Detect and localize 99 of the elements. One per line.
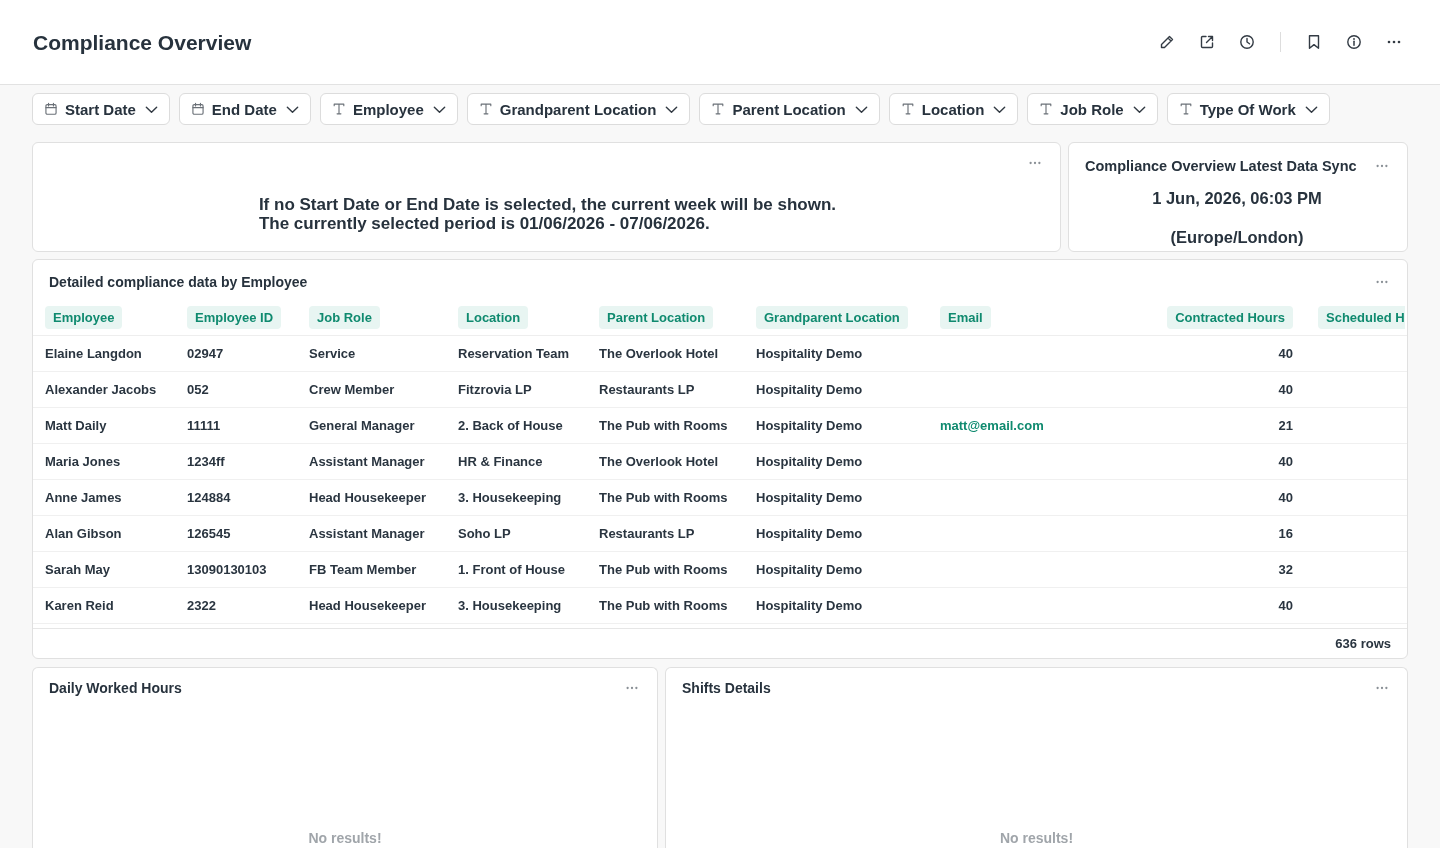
table-cell-text: Maria Jones — [45, 454, 122, 469]
table-cell-text: Restaurants LP — [599, 382, 696, 397]
text-type-icon — [331, 102, 346, 116]
table-cell-text: Elaine Langdon — [45, 346, 143, 361]
table-cell-text: 40 — [1277, 490, 1294, 505]
table-cell-text: 1. Front of House — [458, 562, 566, 577]
empty-state-text: No results! — [308, 830, 382, 846]
table-cell-text: Hospitality Demo — [756, 346, 864, 361]
clock-icon[interactable] — [1239, 34, 1255, 50]
table-cell-text: HR & Finance — [458, 454, 544, 469]
table-cell-text: 40 — [1277, 346, 1294, 361]
filter-dropdown[interactable]: Start Date — [32, 93, 170, 125]
table-cell-text: The Pub with Rooms — [599, 418, 729, 433]
table-cell-text: 32 — [1277, 562, 1294, 577]
card-title: Compliance Overview Latest Data Sync — [1085, 157, 1357, 176]
card-title: Daily Worked Hours — [49, 679, 182, 698]
column-header[interactable]: Email — [940, 306, 991, 329]
column-header[interactable]: Contracted Hours — [1167, 306, 1293, 329]
filter-dropdown[interactable]: Employee — [319, 93, 458, 125]
table-cell-text: Restaurants LP — [599, 526, 696, 541]
table-cell-text: 052 — [187, 382, 210, 397]
table-cell-text: Head Housekeeper — [309, 598, 428, 613]
table-cell-text: Hospitality Demo — [756, 598, 864, 613]
table-cell-text: The Overlook Hotel — [599, 454, 720, 469]
card-title: Shifts Details — [682, 679, 771, 698]
table-cell-text: Hospitality Demo — [756, 382, 864, 397]
table-cell-text: The Pub with Rooms — [599, 490, 729, 505]
filter-dropdown[interactable]: Parent Location — [699, 93, 880, 125]
table-cell-text: Alexander Jacobs — [45, 382, 158, 397]
table-cell-text: Alan Gibson — [45, 526, 123, 541]
table-cell-text: Sarah May — [45, 562, 112, 577]
table-cell-text: 40 — [1277, 598, 1294, 613]
table-cell-text: 11111 — [187, 418, 222, 433]
calendar-icon — [190, 102, 205, 116]
table-cell-text: 40 — [1277, 382, 1294, 397]
column-header[interactable]: Scheduled H — [1318, 306, 1405, 329]
info-icon[interactable] — [1346, 34, 1362, 50]
table-cell-text: 3. Housekeeping — [458, 490, 563, 505]
column-header[interactable]: Employee — [45, 306, 123, 329]
calendar-icon — [44, 102, 58, 116]
table-cell-text: 13090130103 — [187, 562, 268, 577]
table-cell-text: Head Housekeeper — [309, 490, 428, 505]
table-cell-text: Anne James — [45, 490, 123, 505]
text-type-icon — [1039, 102, 1054, 116]
text-type-icon — [478, 102, 493, 116]
notice-text: If no Start Date or End Date is selected, the current week will be shown. — [258, 195, 837, 214]
table-cell-text: Service — [309, 346, 357, 361]
column-header[interactable]: Location — [458, 306, 529, 329]
external-link-icon[interactable] — [1199, 34, 1215, 50]
filter-dropdown[interactable]: Job Role — [1027, 93, 1158, 125]
column-header[interactable]: Grandparent Location — [756, 306, 908, 329]
table-cell-text: 21 — [1277, 418, 1294, 433]
pencil-icon[interactable] — [1159, 34, 1175, 50]
table-cell-text: The Overlook Hotel — [599, 346, 720, 361]
filter-dropdown[interactable]: Grandparent Location — [466, 93, 691, 125]
table-cell-text: 2. Back of House — [458, 418, 564, 433]
table-cell-text: 126545 — [187, 526, 232, 541]
row-count: 636 rows — [1335, 636, 1391, 651]
filter-dropdown[interactable]: End Date — [178, 93, 311, 125]
page-title: Compliance Overview — [33, 31, 252, 55]
table-cell-text: 40 — [1277, 454, 1294, 469]
table-cell-text: Soho LP — [458, 526, 512, 541]
table-cell-text: Crew Member — [309, 382, 396, 397]
table-cell-text: 3. Housekeeping — [458, 598, 563, 613]
sync-timezone: (Europe/London) — [1170, 227, 1304, 247]
email-link[interactable]: matt@email.com — [940, 418, 1044, 433]
table-cell-text: 16 — [1277, 526, 1294, 541]
table-cell-text: 124884 — [187, 490, 232, 505]
filter-dropdown[interactable]: Type Of Work — [1166, 93, 1330, 125]
table-cell-text: Assistant Manager — [309, 454, 426, 469]
notice-text: The currently selected period is 01/06/2026 - 07/06/2026. — [258, 214, 711, 233]
column-header[interactable]: Employee ID — [187, 306, 282, 329]
table-cell-text: Hospitality Demo — [756, 454, 864, 469]
bookmark-icon[interactable] — [1306, 34, 1322, 50]
table-cell-text: The Pub with Rooms — [599, 562, 729, 577]
card-title: Detailed compliance data by Employee — [49, 273, 308, 292]
table-cell-text: Reservation Team — [458, 346, 571, 361]
table-cell-text: Fitzrovia LP — [458, 382, 533, 397]
table-cell-text: Hospitality Demo — [756, 418, 864, 433]
empty-state-text: No results! — [999, 830, 1074, 846]
text-type-icon — [711, 102, 726, 116]
table-cell-text: Hospitality Demo — [756, 490, 864, 505]
table-cell-text: Matt Daily — [45, 418, 108, 433]
table-cell-text: Hospitality Demo — [756, 526, 864, 541]
column-header[interactable]: Parent Location — [599, 306, 714, 329]
filter-dropdown[interactable]: Location — [888, 93, 1019, 125]
table-cell-text: Hospitality Demo — [756, 562, 864, 577]
table-cell-text: Assistant Manager — [309, 526, 426, 541]
table-cell-text: 02947 — [187, 346, 225, 361]
table-cell-text: 2322 — [187, 598, 217, 613]
table-cell-text: Karen Reid — [45, 598, 115, 613]
table-cell-text: The Pub with Rooms — [599, 598, 729, 613]
column-header[interactable]: Job Role — [309, 306, 380, 329]
text-type-icon — [1178, 102, 1193, 116]
table-cell-text: FB Team Member — [309, 562, 418, 577]
sync-datetime: 1 Jun, 2026, 06:03 PM — [1152, 188, 1322, 208]
table-cell-text: 1234ff — [187, 454, 226, 469]
table-cell-text: General Manager — [309, 418, 416, 433]
text-type-icon — [900, 102, 915, 116]
